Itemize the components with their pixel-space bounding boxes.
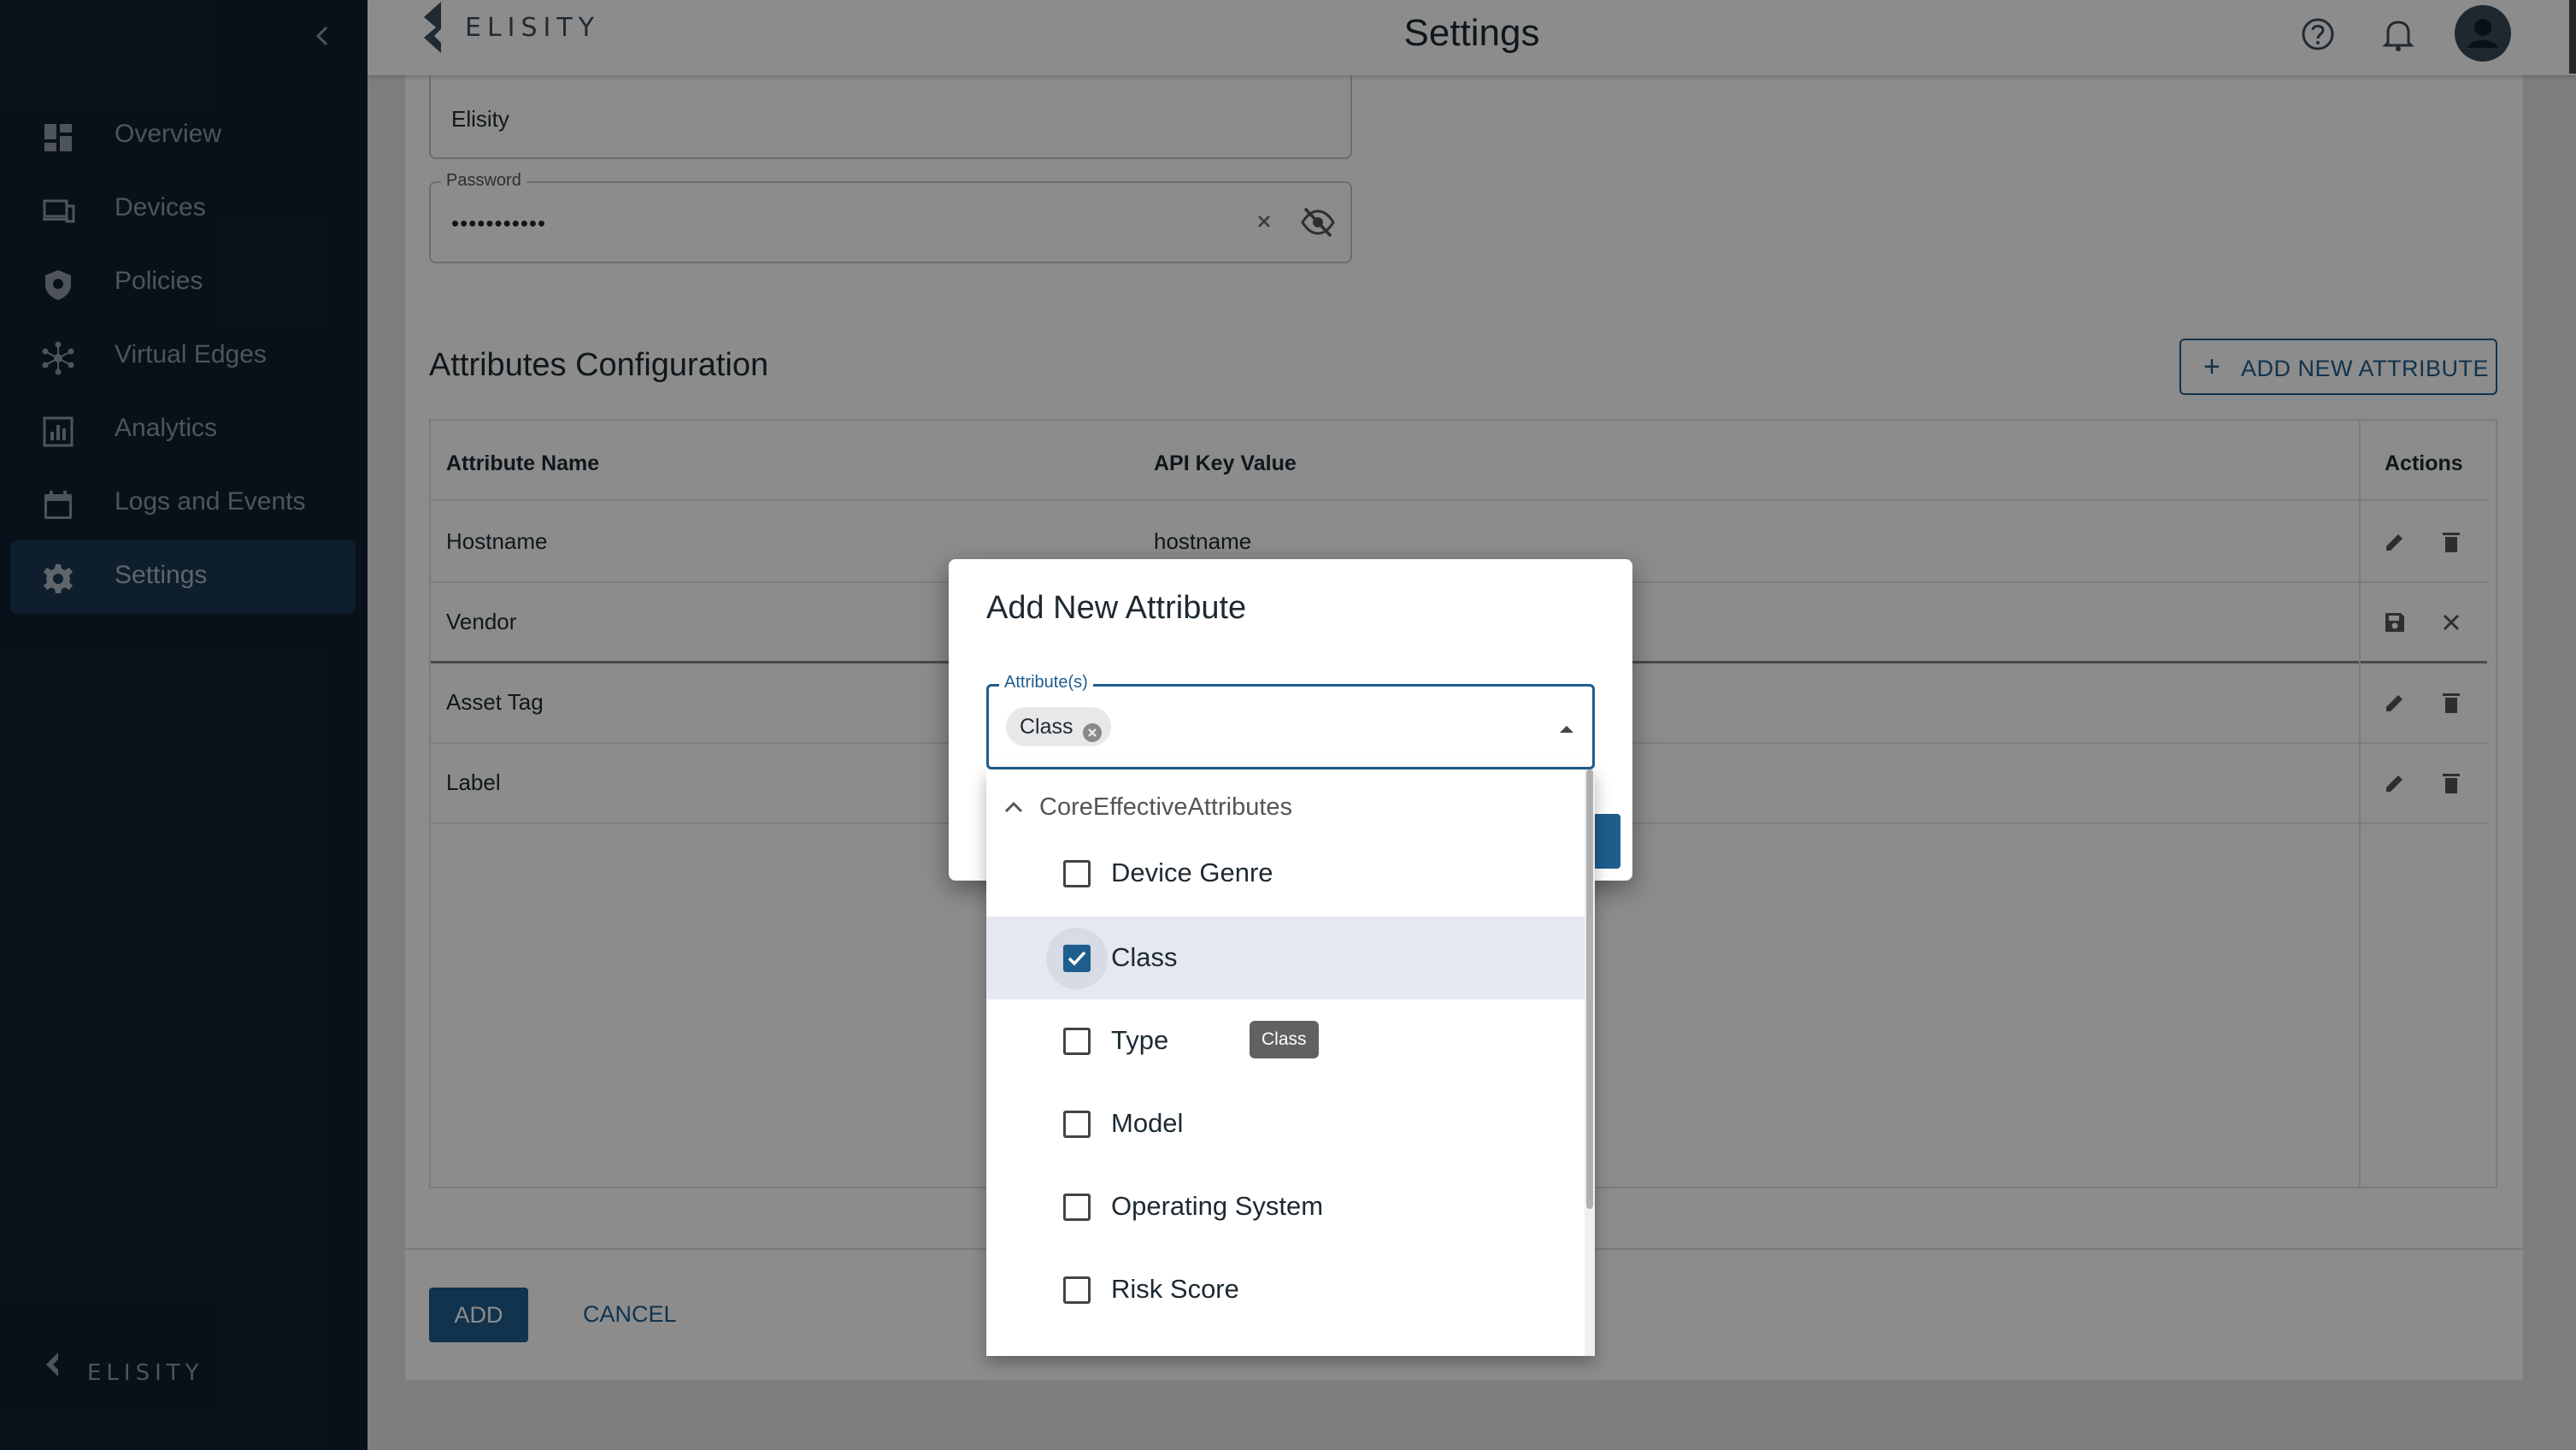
checkbox[interactable]: [1063, 1111, 1091, 1138]
option-class[interactable]: Class: [986, 917, 1585, 999]
checkbox-checked[interactable]: [1063, 945, 1091, 972]
dropdown-scrollbar-thumb[interactable]: [1586, 769, 1593, 1209]
option-operating-system[interactable]: Operating System: [986, 1165, 1585, 1248]
dialog-title: Add New Attribute: [986, 590, 1247, 626]
checkbox[interactable]: [1063, 860, 1091, 887]
selected-chip[interactable]: Class: [1006, 707, 1111, 746]
option-device-genre[interactable]: Device Genre: [986, 832, 1585, 915]
attributes-select[interactable]: Attribute(s) Class: [986, 673, 1595, 769]
attributes-dropdown-list: CoreEffectiveAttributes Device Genre Cla…: [986, 769, 1595, 1356]
attributes-select-label: Attribute(s): [999, 673, 1093, 693]
checkbox[interactable]: [1063, 1276, 1091, 1304]
option-label: Model: [1111, 1108, 1184, 1138]
tooltip: Class: [1250, 1021, 1319, 1058]
option-label: Type: [1111, 1025, 1169, 1055]
option-label: Risk Score: [1111, 1274, 1239, 1304]
option-label: Operating System: [1111, 1191, 1324, 1221]
checkbox[interactable]: [1063, 1194, 1091, 1221]
chip-label: Class: [1020, 715, 1073, 739]
option-model[interactable]: Model: [986, 1082, 1585, 1165]
remove-chip-icon[interactable]: [1082, 716, 1103, 742]
chevron-up-icon: [1002, 797, 1026, 817]
option-label: Class: [1111, 942, 1178, 972]
group-label: CoreEffectiveAttributes: [1039, 793, 1293, 821]
checkbox[interactable]: [1063, 1028, 1091, 1055]
option-risk-score[interactable]: Risk Score: [986, 1248, 1585, 1331]
caret-up-icon[interactable]: [1556, 721, 1577, 738]
option-label: Device Genre: [1111, 858, 1273, 887]
